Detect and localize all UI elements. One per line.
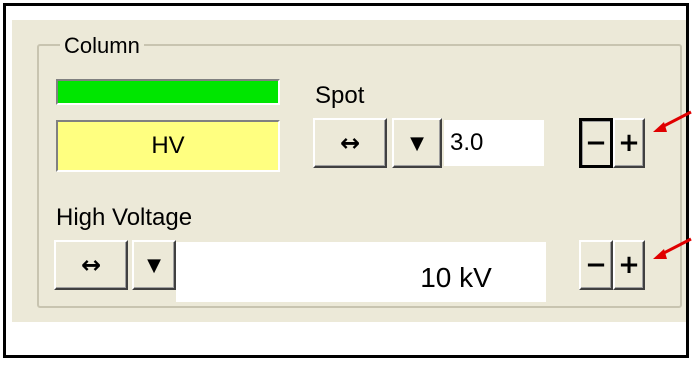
spot-label: Spot xyxy=(315,82,365,109)
double-arrow-icon: ↔ xyxy=(339,129,361,157)
double-arrow-icon: ↔ xyxy=(80,251,102,279)
spot-minus-button[interactable]: − xyxy=(579,118,613,168)
annotation-arrow-icon xyxy=(653,110,692,132)
spot-plus-button[interactable]: + xyxy=(613,118,645,168)
plus-icon: + xyxy=(618,250,640,280)
status-bar xyxy=(56,79,280,105)
minus-icon: − xyxy=(585,250,607,280)
spot-value: 3.0 xyxy=(450,129,484,156)
spot-toggle-button[interactable]: ↔ xyxy=(313,118,387,168)
high-voltage-label: High Voltage xyxy=(56,204,193,231)
spot-value-field[interactable]: 3.0 xyxy=(444,120,544,166)
dropdown-arrow-icon: ▼ xyxy=(147,254,161,276)
hv-button[interactable]: HV xyxy=(56,120,280,172)
plus-icon: + xyxy=(618,128,640,158)
column-group-title: Column xyxy=(60,34,144,58)
high-voltage-toggle-button[interactable]: ↔ xyxy=(54,240,128,290)
hv-label: HV xyxy=(151,132,185,159)
minus-icon: − xyxy=(585,128,607,158)
annotation-arrow-icon xyxy=(653,237,692,259)
high-voltage-dropdown-button[interactable]: ▼ xyxy=(132,240,176,290)
high-voltage-minus-button[interactable]: − xyxy=(579,240,613,290)
high-voltage-value-field[interactable]: 10 kV xyxy=(176,242,546,302)
high-voltage-value: 10 kV xyxy=(420,262,492,293)
spot-dropdown-button[interactable]: ▼ xyxy=(392,118,442,168)
dropdown-arrow-icon: ▼ xyxy=(410,132,424,154)
high-voltage-plus-button[interactable]: + xyxy=(613,240,645,290)
